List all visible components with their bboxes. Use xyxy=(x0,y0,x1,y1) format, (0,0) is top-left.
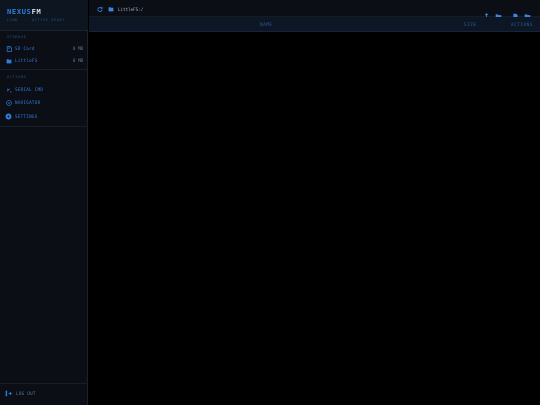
sidebar-item-navigator[interactable]: NAVIGATOR xyxy=(5,98,83,107)
storage-section-label: STORAGE xyxy=(7,35,27,39)
column-header-size[interactable]: SIZE xyxy=(464,22,476,27)
sidebar: NEXUSFM LINK ... ACTIVE READY STORAGE SD… xyxy=(0,0,88,405)
current-path: LittleFS:/ xyxy=(118,6,144,12)
brand-logo: NEXUSFM xyxy=(7,8,41,16)
terminal-icon xyxy=(5,86,12,93)
sidebar-item-littlefs[interactable]: LittleFS 0 MB xyxy=(5,56,83,65)
sidebar-item-serial-cmd[interactable]: SERIAL CMD xyxy=(5,85,83,94)
column-header-name[interactable]: NAME xyxy=(260,22,272,27)
sidebar-item-label: SETTINGS xyxy=(15,114,38,119)
logout-label: LOG OUT xyxy=(16,391,36,396)
folder-open-icon[interactable] xyxy=(524,5,531,20)
refresh-icon[interactable] xyxy=(97,6,104,13)
actions-section-label: ACTIONS xyxy=(7,75,27,79)
sidebar-item-label: SERIAL CMD xyxy=(15,87,44,92)
sidebar-item-label: NAVIGATOR xyxy=(15,100,41,105)
sidebar-divider xyxy=(0,69,88,70)
gear-icon xyxy=(5,113,12,120)
column-header-actions: ACTIONS xyxy=(511,22,533,27)
sidebar-divider xyxy=(0,383,88,384)
sd-card-icon xyxy=(5,45,12,52)
brand-suffix: FM xyxy=(31,8,42,16)
upload-icon[interactable] xyxy=(483,5,490,20)
compass-icon xyxy=(5,99,12,106)
logout-icon xyxy=(5,390,12,397)
brand-subtitle: LINK ... ACTIVE READY xyxy=(7,18,66,22)
sidebar-divider xyxy=(0,126,88,127)
folder-icon xyxy=(5,57,12,64)
storage-size: 0 MB xyxy=(72,46,83,51)
sidebar-item-sd-card[interactable]: SD Card 0 MB xyxy=(5,44,83,53)
drive-icon xyxy=(108,6,115,13)
sidebar-item-settings[interactable]: SETTINGS xyxy=(5,112,83,121)
file-table-header: NAME SIZE ACTIONS xyxy=(89,17,540,32)
new-folder-icon[interactable] xyxy=(495,5,502,20)
brand-name: NEXUS xyxy=(7,8,32,16)
storage-size: 0 MB xyxy=(72,58,83,63)
top-bar: LittleFS:/ xyxy=(89,0,540,20)
sidebar-item-label: SD Card xyxy=(15,46,35,51)
brand-header: NEXUSFM LINK ... ACTIVE READY xyxy=(0,0,88,31)
file-list xyxy=(89,32,540,405)
logout-button[interactable]: LOG OUT xyxy=(5,389,36,398)
sidebar-item-label: LittleFS xyxy=(15,58,38,63)
breadcrumb: LittleFS:/ xyxy=(97,5,143,13)
new-file-icon[interactable] xyxy=(512,5,519,20)
